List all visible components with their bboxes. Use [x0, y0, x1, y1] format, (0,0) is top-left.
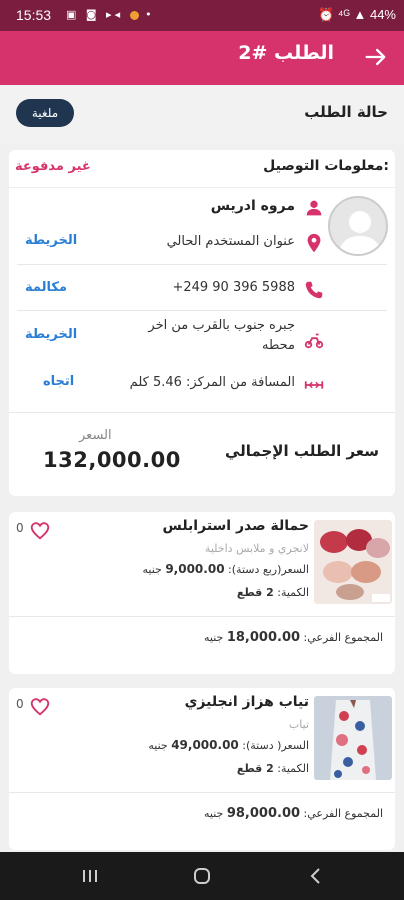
divider [17, 264, 387, 265]
favorite-count: 0 [16, 697, 24, 711]
status-bar: 15:53 ▣ ◙ ▸◂ • ⏰ ⁴ᴳ ▲ 44% [0, 0, 404, 31]
product-price: السعر( دستة): 49,000.00 جنيه [148, 738, 309, 752]
direction-link[interactable]: اتجاه [43, 374, 74, 389]
product-quantity: الكمية: 2 قطع [236, 762, 309, 775]
back-nav-icon[interactable] [306, 866, 326, 886]
heart-icon[interactable] [29, 520, 51, 542]
product-quantity: الكمية: 2 قطع [236, 586, 309, 599]
person-icon [306, 200, 322, 216]
product-name: حمالة صدر استرابلس [162, 518, 309, 534]
status-time: 15:53 [16, 7, 52, 23]
divider [9, 616, 395, 617]
landmark-line-1: جبره جنوب بالقرب من اخر [148, 318, 295, 333]
user-avatar-icon [338, 211, 382, 254]
delivery-header: معلومات التوصيل: غير مدفوعة [9, 150, 395, 188]
customer-name: مروه ادريس [210, 198, 295, 214]
map-link-landmark[interactable]: الخريطة [25, 327, 77, 342]
landmark-line-2: محطه [262, 338, 295, 353]
product-subtotal: المجموع الفرعي: 98,000.00 جنيه [204, 806, 383, 821]
favorite-count: 0 [16, 521, 24, 535]
divider [17, 310, 387, 311]
product-image [314, 520, 392, 604]
divider [9, 792, 395, 793]
recent-apps-icon[interactable] [80, 866, 100, 886]
map-link-address[interactable]: الخريطة [25, 233, 77, 248]
product-subtotal: المجموع الفرعي: 18,000.00 جنيه [204, 630, 383, 645]
order-status-badge: ملغية [16, 99, 74, 127]
call-link[interactable]: مكالمة [25, 280, 67, 295]
status-right: ⏰ ⁴ᴳ ▲ 44% [318, 7, 396, 22]
total-price: 132,000.00 [43, 448, 181, 472]
order-status-row: حالة الطلب ملغية [0, 85, 404, 143]
product-card[interactable]: حمالة صدر استرابلس لانجري و ملابس داخلية… [9, 512, 395, 674]
distance-icon [304, 381, 324, 389]
system-nav-bar [0, 852, 404, 900]
heart-icon[interactable] [29, 696, 51, 718]
product-category: تياب [288, 718, 309, 731]
avatar [328, 196, 388, 256]
divider [9, 412, 395, 413]
notification-dot-icon [129, 10, 139, 20]
page-title: الطلب #2 [238, 42, 334, 64]
delivery-scooter-icon [304, 333, 324, 349]
product-card[interactable]: تياب هزاز انجليزي تياب السعر( دستة): 49,… [9, 688, 395, 850]
payment-status: غير مدفوعة [15, 159, 91, 174]
phone-number: +249 90 396 5988 [172, 280, 295, 295]
location-pin-icon [307, 233, 321, 253]
delivery-title: معلومات التوصيل: [263, 158, 389, 174]
total-label: سعر الطلب الإجمالي [225, 442, 379, 460]
phone-icon [305, 281, 323, 299]
delivery-card: معلومات التوصيل: غير مدفوعة مروه ادريس ع… [9, 150, 395, 496]
distance-text: المسافة من المركز: 5.46 كلم [129, 375, 295, 390]
app-bar: الطلب #2 [0, 31, 404, 85]
product-category: لانجري و ملابس داخلية [204, 542, 309, 555]
product-name: تياب هزاز انجليزي [184, 694, 309, 710]
back-arrow-icon[interactable] [362, 43, 390, 71]
battery-level: 44% [369, 7, 396, 22]
address-label: عنوان المستخدم الحالي [166, 234, 295, 249]
product-price: السعر(ربع دستة): 9,000.00 جنيه [142, 562, 309, 576]
notification-icons: ▣ ◙ ▸◂ • [66, 8, 155, 21]
home-icon[interactable] [192, 866, 212, 886]
product-image [314, 696, 392, 780]
order-status-label: حالة الطلب [304, 103, 388, 121]
price-caption: السعر [79, 428, 112, 443]
